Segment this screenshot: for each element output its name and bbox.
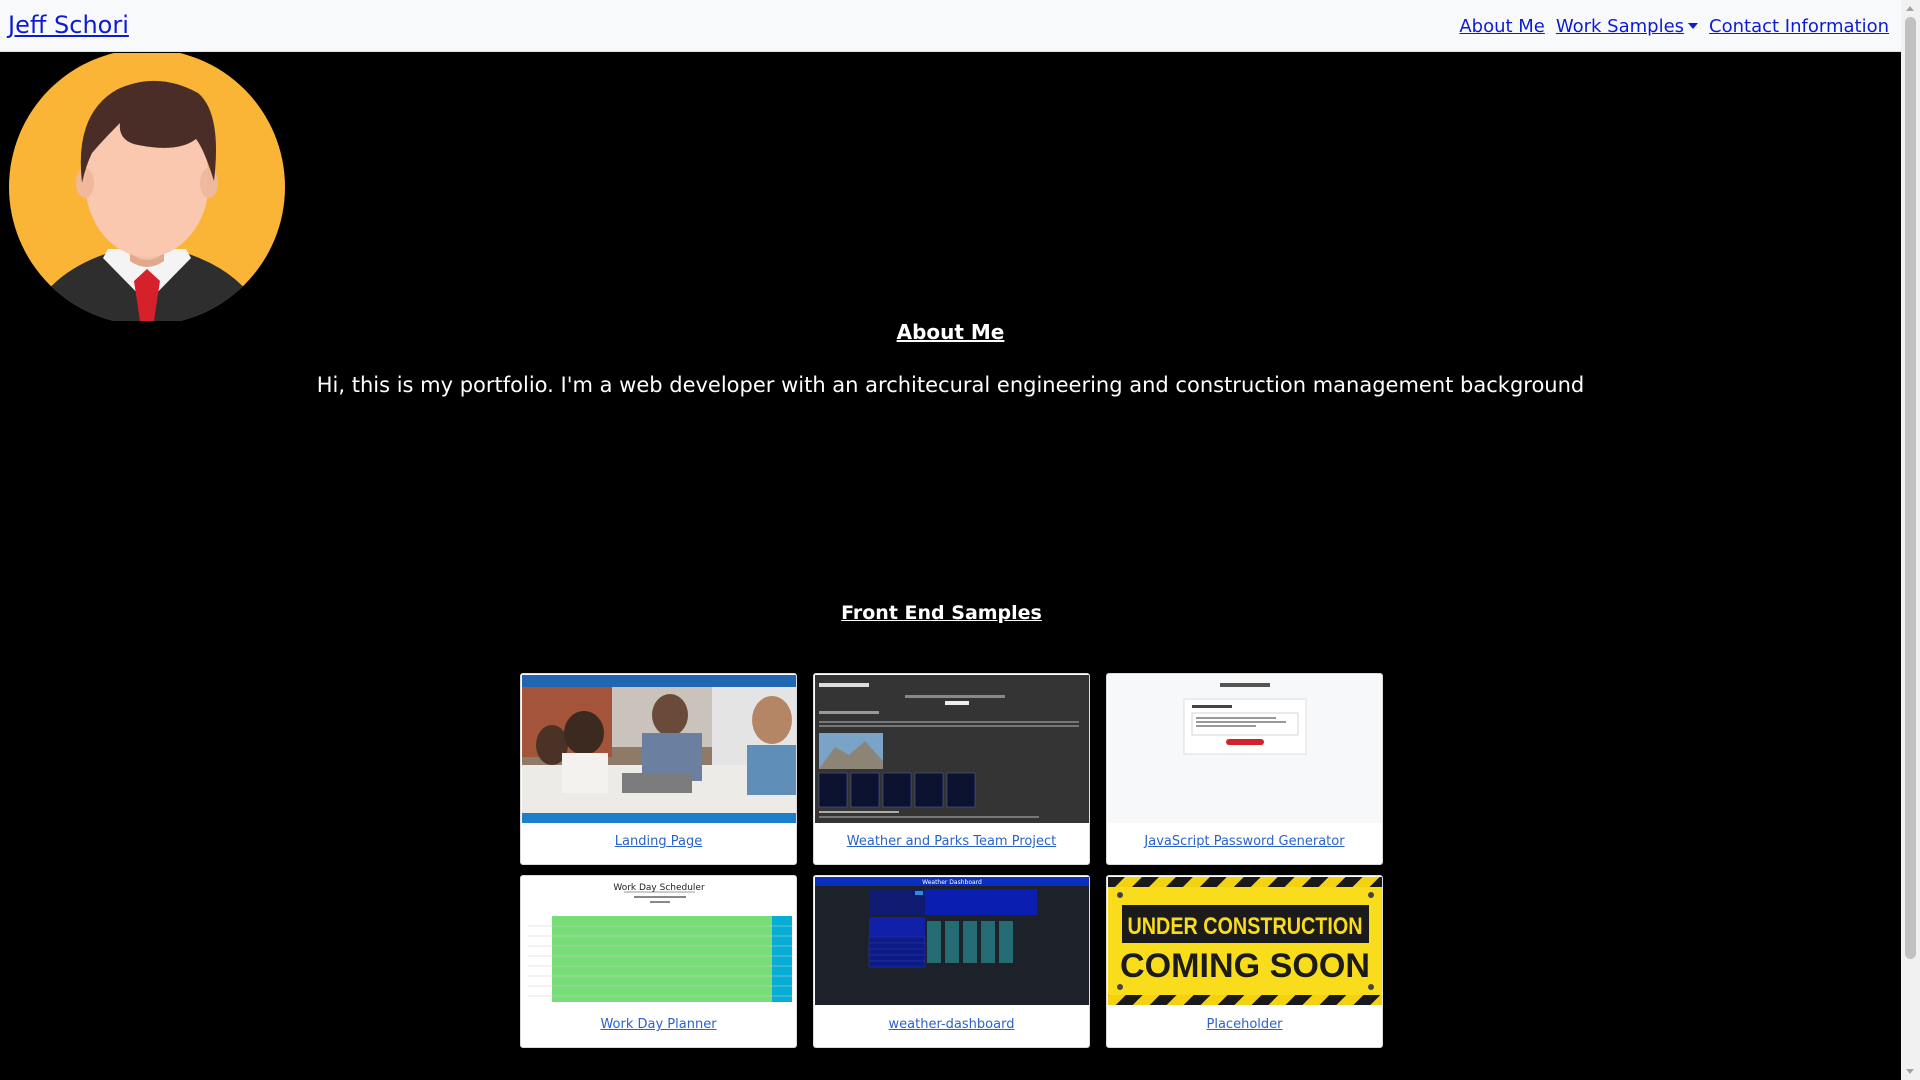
card-password-generator[interactable]: JavaScript Password Generator (1106, 673, 1383, 865)
card-work-day-planner[interactable]: Work Day Scheduler Work Day Planner (520, 875, 797, 1048)
scrollbar-thumb[interactable] (1905, 17, 1916, 959)
about-me-heading: About Me (896, 320, 1005, 344)
scroll-up-icon[interactable] (1906, 6, 1914, 11)
card-weather-parks-link[interactable]: Weather and Parks Team Project (814, 834, 1089, 849)
nav-work-samples-dropdown[interactable]: Work Samples (1555, 16, 1699, 37)
under-construction-text: UNDER CONSTRUCTION (1128, 913, 1363, 940)
card-weather-dashboard-link[interactable]: weather-dashboard (814, 1017, 1089, 1032)
weather-dashboard-title-text: Weather Dashboard (922, 879, 982, 886)
caret-down-icon (1688, 23, 1699, 29)
card-work-day-planner-link[interactable]: Work Day Planner (521, 1017, 796, 1032)
scheduler-title-text: Work Day Scheduler (613, 883, 705, 893)
avatar (9, 53, 285, 321)
card-placeholder-link[interactable]: Placeholder (1107, 1017, 1382, 1032)
scroll-down-icon[interactable] (1906, 1069, 1914, 1074)
front-end-samples-heading: Front End Samples (841, 602, 1042, 624)
nav-work-samples-label: Work Samples (1555, 16, 1685, 37)
card-landing-page[interactable]: Landing Page (520, 673, 797, 865)
scrollbar[interactable] (1901, 0, 1920, 1080)
card-placeholder[interactable]: UNDER CONSTRUCTION COMING SOON Placehold… (1106, 875, 1383, 1048)
card-weather-parks[interactable]: Weather and Parks Team Project (813, 673, 1090, 865)
weather-parks-thumbnail (815, 675, 1089, 823)
card-password-generator-link[interactable]: JavaScript Password Generator (1107, 834, 1382, 849)
card-weather-dashboard[interactable]: Weather Dashboard weather-dashboard (813, 875, 1090, 1048)
navbar: Jeff Schori About Me Work Samples Contac… (0, 0, 1901, 52)
password-generator-thumbnail (1108, 675, 1382, 823)
landing-page-thumbnail (522, 675, 796, 823)
nav-links: About Me Work Samples Contact Informatio… (1459, 16, 1889, 37)
about-me-text: Hi, this is my portfolio. I'm a web deve… (316, 373, 1585, 397)
weather-dashboard-thumbnail: Weather Dashboard (815, 877, 1089, 1005)
brand-link[interactable]: Jeff Schori (8, 11, 129, 39)
nav-about-me[interactable]: About Me (1459, 16, 1545, 37)
coming-soon-text: COMING SOON (1120, 947, 1370, 985)
under-construction-thumbnail: UNDER CONSTRUCTION COMING SOON (1108, 877, 1382, 1005)
card-landing-page-link[interactable]: Landing Page (521, 834, 796, 849)
nav-contact-information[interactable]: Contact Information (1709, 16, 1889, 37)
work-day-planner-thumbnail: Work Day Scheduler (522, 877, 796, 1005)
